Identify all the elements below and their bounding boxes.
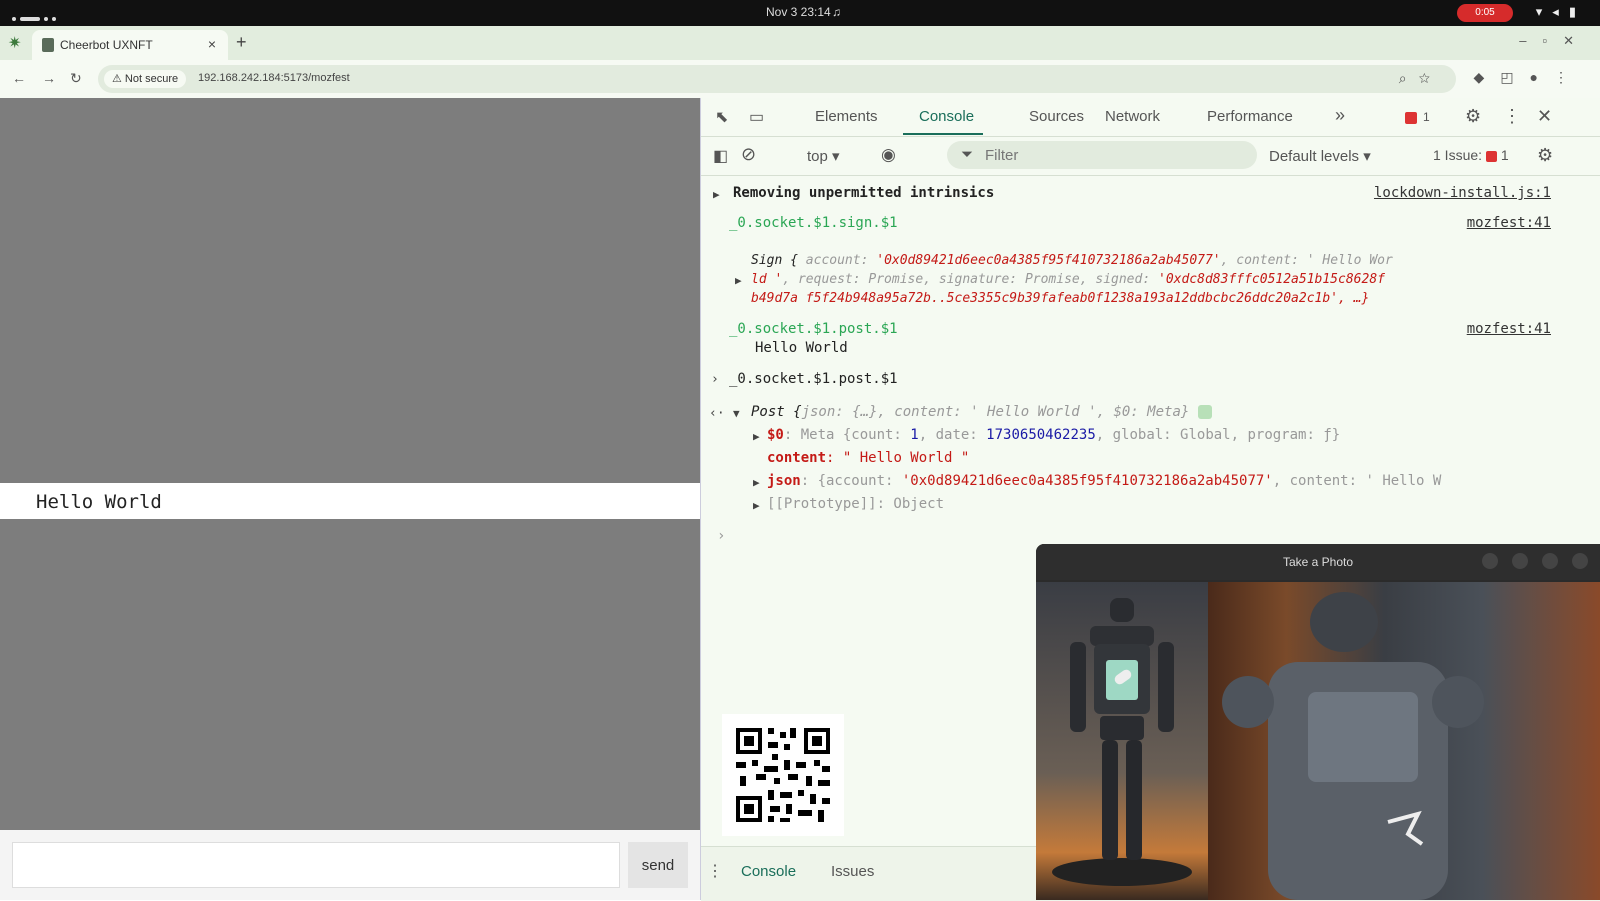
omnibox[interactable]: ⚠ Not secure 192.168.242.184:5173/mozfes… [98,65,1456,93]
address-bar: ← → ↻ ⚠ Not secure 192.168.242.184:5173/… [0,60,1600,99]
post-object[interactable]: Post {json: {…}, content: ' Hello World … [751,404,1212,420]
qr-code-image [736,728,830,822]
sign-object-line: ld ', request: Promise, signature: Promi… [751,272,1385,287]
robot-nft-image [1036,582,1208,900]
workspace-indicator[interactable] [12,11,60,25]
webcam-feed [1208,582,1600,900]
devtools-tab-bar: ⬉ ▭ Elements Console Sources Network Per… [701,98,1600,137]
favicon-icon [42,38,54,52]
tab-network[interactable]: Network [1105,108,1160,125]
log-levels-dropdown[interactable]: Default levels ▾ [1269,147,1371,165]
result-arrow-icon: ‹· [709,406,725,421]
composer: send [0,830,700,900]
tab-elements[interactable]: Elements [815,108,878,125]
close-icon[interactable] [1572,553,1588,569]
sidebar-toggle-icon[interactable]: ◧ [713,146,728,166]
security-badge[interactable]: ⚠ Not secure [104,70,187,88]
qr-code [722,714,844,836]
forward-arrow-icon[interactable]: → [42,70,56,86]
drawer-tab-issues[interactable]: Issues [831,863,874,880]
os-top-bar: Nov 3 23:14 ♫ 0:05 ▾◂▮ [0,0,1600,26]
expand-triangle-icon[interactable]: ▶ [753,499,760,512]
close-devtools-icon[interactable]: ✕ [1537,106,1552,127]
os-clock[interactable]: Nov 3 23:14 [766,5,831,19]
extension-icons[interactable]: ◆◰●⋮ [1474,69,1584,86]
message-item: Hello World [0,483,700,519]
chat-app: Hello World send [0,98,700,900]
send-button[interactable]: send [628,842,688,888]
browser-logo-icon: ✷ [8,35,22,52]
expand-triangle-icon[interactable]: ▶ [713,188,720,201]
inspect-element-icon[interactable]: ⬉ [715,107,728,127]
minimize-icon[interactable] [1512,553,1528,569]
browser-tab-strip: ✷ Cheerbot UXNFT × + –▫✕ [0,26,1600,60]
info-icon[interactable] [1197,405,1212,419]
issues-counter[interactable]: 1 Issue: 1 [1433,147,1509,163]
live-expression-eye-icon[interactable]: ◉ [881,145,896,165]
log-label: _0.socket.$1.post.$1 [729,321,898,337]
system-tray-icons[interactable]: ▾◂▮ [1536,4,1586,20]
url-text[interactable]: 192.168.242.184:5173/mozfest [198,72,350,84]
photo-window: Take a Photo [1036,544,1600,900]
tab-performance[interactable]: Performance [1207,108,1293,125]
expand-triangle-icon[interactable]: ▶ [735,274,742,287]
json-property[interactable]: json: {account: '0x0d89421d6eec0a4385f95… [767,473,1441,489]
content-property: content: " Hello World " [767,450,970,466]
filter-input[interactable]: ⏷ Filter [947,141,1257,169]
log-message: Removing unpermitted intrinsics [733,185,995,201]
console-prompt[interactable]: › [717,528,725,544]
active-tab-indicator [903,133,983,135]
sign-object-line[interactable]: Sign { account: '0x0d89421d6eec0a4385f95… [751,253,1393,268]
expand-triangle-icon[interactable]: ▶ [753,476,760,489]
source-link[interactable]: mozfest:41 [1467,321,1551,337]
device-toolbar-icon[interactable]: ▭ [749,107,764,127]
meta-property[interactable]: $0: Meta {count: 1, date: 1730650462235,… [767,427,1340,443]
menu-icon[interactable] [1482,553,1498,569]
error-count-badge[interactable]: 1 [1405,110,1430,124]
photo-window-controls[interactable] [1468,553,1588,572]
log-value: Hello World [755,340,848,356]
filter-icon: ⏷ [961,146,974,163]
message-text: Hello World [36,491,162,513]
reload-icon[interactable]: ↻ [70,70,82,87]
message-input[interactable] [12,842,620,888]
sign-object-line: b49d7a f5f24b948a95a72b..5ce3355c9b39faf… [751,291,1370,306]
maximize-icon[interactable] [1542,553,1558,569]
window-controls[interactable]: –▫✕ [1519,33,1590,49]
browser-tab[interactable]: Cheerbot UXNFT × [32,30,228,60]
more-tabs-icon[interactable]: » [1335,105,1345,126]
recording-indicator[interactable]: 0:05 [1457,4,1513,22]
source-link[interactable]: mozfest:41 [1467,215,1551,231]
tab-title: Cheerbot UXNFT [60,38,153,52]
back-arrow-icon[interactable]: ← [12,70,26,86]
collapse-triangle-icon[interactable]: ▼ [733,407,740,420]
more-options-icon[interactable]: ⋮ [1503,106,1521,127]
tab-console[interactable]: Console [919,108,974,125]
error-icon [1405,111,1417,124]
console-toolbar: ◧ ⊘ top ▾ ◉ ⏷ Filter Default levels ▾ 1 … [701,137,1600,176]
robot-illustration [1052,598,1192,886]
context-selector[interactable]: top ▾ [807,147,840,165]
console-settings-icon[interactable]: ⚙ [1537,145,1553,166]
log-label: _0.socket.$1.sign.$1 [729,215,898,231]
tab-sources[interactable]: Sources [1029,108,1084,125]
console-input-echo: _0.socket.$1.post.$1 [729,371,898,387]
issue-icon [1485,150,1497,162]
clear-console-icon[interactable]: ⊘ [741,144,756,165]
notification-icon: ♫ [832,5,841,19]
drawer-menu-icon[interactable]: ⋮ [707,861,723,881]
prototype-property[interactable]: [[Prototype]]: Object [767,496,944,512]
new-tab-button[interactable]: + [236,32,247,53]
source-link[interactable]: lockdown-install.js:1 [1374,185,1551,201]
close-tab-icon[interactable]: × [208,36,216,52]
zoom-and-bookmark-icons[interactable]: ⌕☆ [1399,70,1442,87]
drawer-tab-console[interactable]: Console [741,863,796,880]
input-chevron-icon: › [711,372,719,387]
settings-gear-icon[interactable]: ⚙ [1465,106,1481,127]
expand-triangle-icon[interactable]: ▶ [753,430,760,443]
webcam-robot-figure [1222,592,1484,900]
